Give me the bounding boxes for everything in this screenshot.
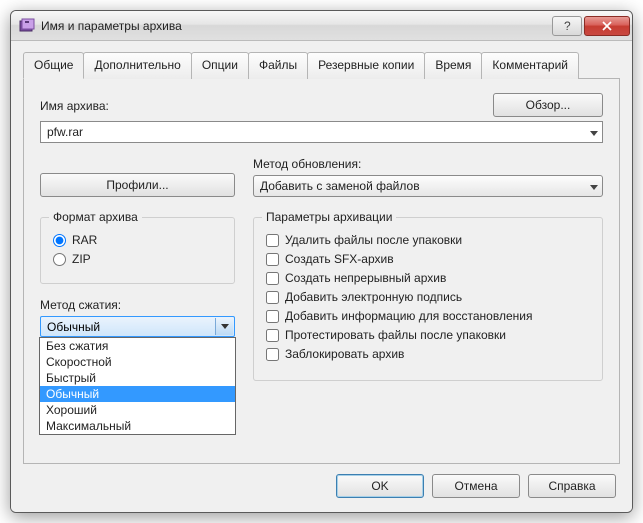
dialog-footer: OK Отмена Справка xyxy=(23,464,620,500)
tab-general[interactable]: Общие xyxy=(23,52,84,79)
format-rar-radio[interactable]: RAR xyxy=(53,233,222,247)
window-title: Имя и параметры архива xyxy=(41,19,550,33)
compression-label: Метод сжатия: xyxy=(40,298,235,312)
check-solid[interactable]: Создать непрерывный архив xyxy=(266,271,590,285)
format-zip-label: ZIP xyxy=(72,252,91,266)
compression-option[interactable]: Без сжатия xyxy=(40,338,235,354)
archive-format-legend: Формат архива xyxy=(49,210,142,224)
checkbox[interactable] xyxy=(266,272,279,285)
help-button-footer[interactable]: Справка xyxy=(528,474,616,498)
check-lock[interactable]: Заблокировать архив xyxy=(266,347,590,361)
archive-name-combo[interactable]: pfw.rar xyxy=(40,121,603,143)
tab-content: Имя архива: Обзор... pfw.rar Профили... … xyxy=(23,79,620,464)
check-test[interactable]: Протестировать файлы после упаковки xyxy=(266,328,590,342)
archive-format-group: Формат архива RAR ZIP xyxy=(40,217,235,284)
tab-time[interactable]: Время xyxy=(424,52,482,79)
compression-option[interactable]: Максимальный xyxy=(40,418,235,434)
compression-option[interactable]: Быстрый xyxy=(40,370,235,386)
update-method-value: Добавить с заменой файлов xyxy=(260,179,420,193)
checkbox[interactable] xyxy=(266,234,279,247)
archive-name-value: pfw.rar xyxy=(47,125,83,139)
compression-value: Обычный xyxy=(47,320,100,334)
titlebar: Имя и параметры архива ? xyxy=(11,11,632,41)
checkbox[interactable] xyxy=(266,291,279,304)
checkbox[interactable] xyxy=(266,348,279,361)
close-button[interactable] xyxy=(584,16,630,36)
tab-files[interactable]: Файлы xyxy=(248,52,308,79)
chevron-down-icon xyxy=(215,318,233,335)
tab-advanced[interactable]: Дополнительно xyxy=(83,52,191,79)
chevron-down-icon xyxy=(590,179,598,193)
compression-dropdown-list: Без сжатия Скоростной Быстрый Обычный Хо… xyxy=(39,337,236,435)
profiles-button[interactable]: Профили... xyxy=(40,173,235,197)
browse-button[interactable]: Обзор... xyxy=(493,93,603,117)
archive-name-label: Имя архива: xyxy=(40,99,109,113)
radio-zip[interactable] xyxy=(53,253,66,266)
compression-option[interactable]: Хороший xyxy=(40,402,235,418)
ok-button[interactable]: OK xyxy=(336,474,424,498)
check-sfx[interactable]: Создать SFX-архив xyxy=(266,252,590,266)
check-sign[interactable]: Добавить электронную подпись xyxy=(266,290,590,304)
archive-params-group: Параметры архивации Удалить файлы после … xyxy=(253,217,603,381)
compression-option[interactable]: Скоростной xyxy=(40,354,235,370)
chevron-down-icon xyxy=(590,125,598,139)
checkbox[interactable] xyxy=(266,253,279,266)
radio-rar[interactable] xyxy=(53,234,66,247)
check-delete-after[interactable]: Удалить файлы после упаковки xyxy=(266,233,590,247)
tab-comment[interactable]: Комментарий xyxy=(481,52,579,79)
tab-backup[interactable]: Резервные копии xyxy=(307,52,425,79)
compression-option[interactable]: Обычный xyxy=(40,386,235,402)
app-icon xyxy=(19,18,35,34)
archive-params-legend: Параметры архивации xyxy=(262,210,396,224)
update-method-label: Метод обновления: xyxy=(253,157,603,171)
check-recovery[interactable]: Добавить информацию для восстановления xyxy=(266,309,590,323)
format-zip-radio[interactable]: ZIP xyxy=(53,252,222,266)
tab-strip: Общие Дополнительно Опции Файлы Резервны… xyxy=(23,51,620,79)
tab-options[interactable]: Опции xyxy=(191,52,249,79)
cancel-button[interactable]: Отмена xyxy=(432,474,520,498)
compression-combo[interactable]: Обычный xyxy=(40,316,235,337)
update-method-combo[interactable]: Добавить с заменой файлов xyxy=(253,175,603,197)
dialog-window: Имя и параметры архива ? Общие Дополните… xyxy=(10,10,633,513)
svg-text:?: ? xyxy=(564,20,571,32)
checkbox[interactable] xyxy=(266,329,279,342)
checkbox[interactable] xyxy=(266,310,279,323)
help-button[interactable]: ? xyxy=(552,16,582,36)
format-rar-label: RAR xyxy=(72,233,97,247)
